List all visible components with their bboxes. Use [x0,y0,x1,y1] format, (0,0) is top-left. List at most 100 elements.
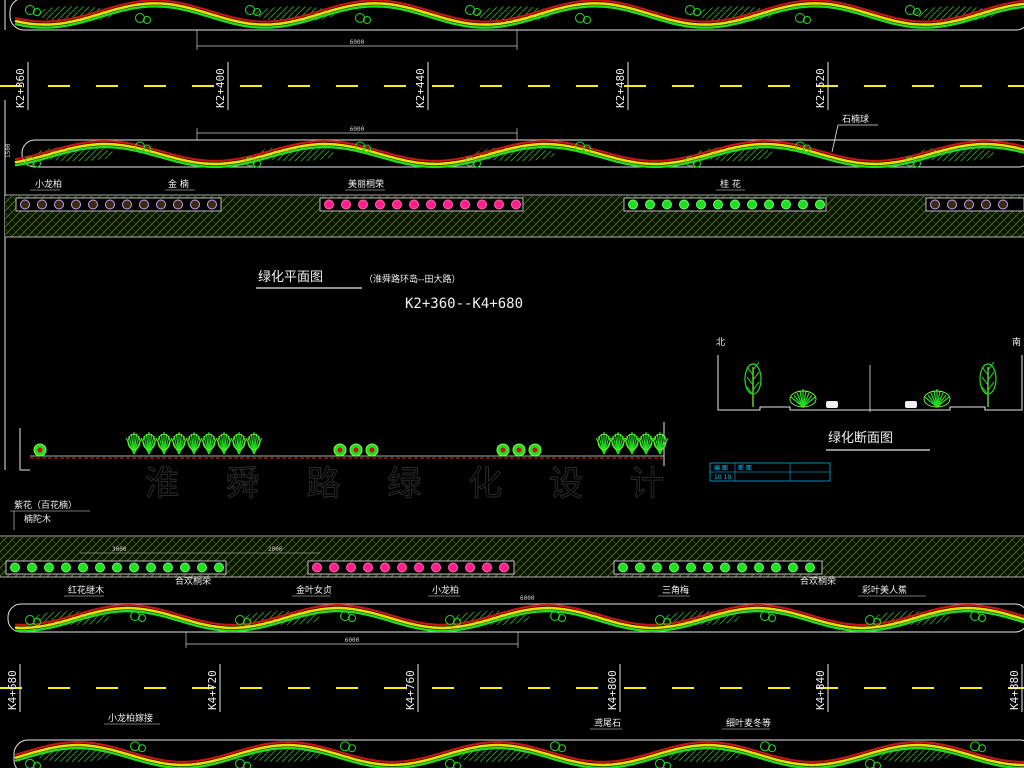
section-label-north: 北 [716,337,725,348]
tree-branch [752,361,760,371]
plan-title: 绿化平面图 [258,270,323,285]
shrub-ball-core [353,447,359,453]
left-notes: 紫花（百花楠） 楠陀木 [10,499,90,530]
shrub-ball-core [516,447,522,453]
station-label: K2+440 [414,68,427,108]
station-markers-top: K2+360 K2+400 K2+440 K2+480 K2+520 [14,62,829,110]
bottom-label-b2: 金叶女贞 [296,584,332,596]
strip-label-a: 小龙柏 [35,178,62,190]
bottom-label-b1: 红花继木 [68,584,104,596]
planter-plant [37,199,47,210]
planter-plant [146,562,156,573]
planter-plant [964,199,974,210]
planter-plant [686,562,696,573]
planter-plant [679,199,689,210]
planter-plant [324,199,334,210]
planter-plant [10,562,20,573]
median-band-top-2 [14,139,1024,169]
planter-plant [105,199,115,210]
planter-plant [754,562,764,573]
plan-range: K2+360--K4+680 [405,296,523,312]
planter-plant [95,562,105,573]
planter-plant [771,562,781,573]
bottom-label-b3: 小龙柏 [432,584,459,596]
planter-plant [628,199,638,210]
planter-plant [494,199,504,210]
planter-plant [713,199,723,210]
planter-plant [460,199,470,210]
planter-plant [20,199,30,210]
planter-plant [156,199,166,210]
station-label: K2+480 [614,68,627,108]
planter-plant [78,562,88,573]
planter-plant [511,199,521,210]
planter-plant [805,562,815,573]
planter-plant [54,199,64,210]
planter-plant [652,562,662,573]
shrub-ball-core [369,447,375,453]
table-row-1: 断 面 [738,464,752,472]
planter-plant [482,562,492,573]
planter-plant [190,199,200,210]
planter-plant [214,562,224,573]
tree-branch [746,376,754,386]
planter-plant [747,199,757,210]
dimension-label-1: 6000 [350,39,365,46]
station-label: K2+400 [214,68,227,108]
planter-plant [363,562,373,573]
cad-drawing-canvas: 淮 舜 路 绿 化 设 计 6000 K2+360 K2+400 K2+440 K2+… [0,0,1024,768]
planter-plant [173,199,183,210]
planter-plant [380,562,390,573]
planter-plant [207,199,217,210]
station-label: K4+720 [206,670,219,710]
dimension-line-2: 6000 [196,126,518,140]
station-label: K2+520 [814,68,827,108]
tree-branch [752,371,760,381]
median-band-bottom-2 [13,739,1024,768]
planter-plant [414,562,424,573]
planter-plant [645,199,655,210]
planter-plant [129,562,139,573]
station-label: K4+800 [606,670,619,710]
planter-plant [465,562,475,573]
planter-plant [139,199,149,210]
bottom-label-c2: 鸢尾石 [594,717,621,729]
planter-plant [499,562,509,573]
callout-label: 石楠球 [842,113,869,125]
planter-box [925,197,1024,212]
planting-elevation [19,422,669,471]
car-icon [905,401,917,408]
tree-branch [987,381,995,391]
sidewalk-hatch-top [5,194,1024,238]
planter-plant [947,199,957,210]
planter-plant [448,562,458,573]
planter-plant [426,199,436,210]
planter-plant [44,562,54,573]
table-row-2: 10 10 [714,474,731,481]
planter-plant [329,562,339,573]
bottom-label-c3: 细叶麦冬等 [726,717,771,729]
planter-plant [703,562,713,573]
planter-plant [635,562,645,573]
section-label-south: 南 [1012,336,1021,348]
shrub-ball-core [37,447,43,453]
strip-label-b: 金 楠 [168,178,189,190]
planter-plant [669,562,679,573]
tree-branch [752,381,760,391]
strip-label-d: 桂 花 [720,178,741,190]
plan-title-block: 绿化平面图 （淮舜路环岛--田大路） K2+360--K4+680 [256,270,523,312]
planter-plant [392,199,402,210]
station-label: K4+880 [1008,670,1021,710]
planter-plant [798,199,808,210]
planter-plant [88,199,98,210]
planter-plant [788,562,798,573]
dimension-label-side: 1500 [5,143,12,158]
note-1: 紫花（百花楠） [14,499,77,511]
planter-plant [477,199,487,210]
planter-plant [163,562,173,573]
planter-plant [375,199,385,210]
planter-plant [61,562,71,573]
planter-plant [180,562,190,573]
section-legend-table: 编 图 断 面 10 10 [709,462,831,482]
station-label: K4+760 [404,670,417,710]
